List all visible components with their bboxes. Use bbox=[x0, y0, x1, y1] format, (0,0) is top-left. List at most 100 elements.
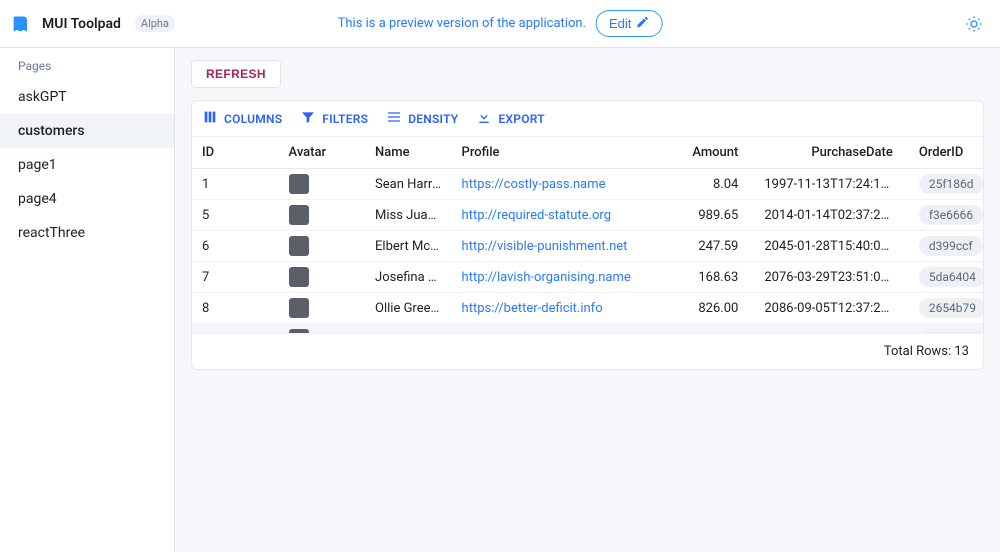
avatar-icon bbox=[289, 267, 309, 287]
col-header-id[interactable]: ID bbox=[192, 137, 279, 169]
topbar-center: This is a preview version of the applica… bbox=[338, 10, 663, 37]
cell-profile: https://costly-pass.name bbox=[452, 169, 644, 200]
cell-orderid: 5da6404 bbox=[909, 262, 983, 293]
col-header-profile[interactable]: Profile bbox=[452, 137, 644, 169]
app-title: MUI Toolpad bbox=[42, 16, 121, 32]
sidebar-item-askgpt[interactable]: askGPT bbox=[0, 80, 174, 114]
cell-profile: http://athletic-zucchini.org bbox=[452, 324, 644, 334]
density-label: DENSITY bbox=[408, 112, 458, 126]
cell-purchasedate: 1997-11-13T17:24:11.769Z bbox=[754, 169, 908, 200]
table-row[interactable]: 7 Josefina P… http://lavish-organising.n… bbox=[192, 262, 983, 293]
cell-name: Josefina P… bbox=[365, 262, 452, 293]
theme-toggle-button[interactable] bbox=[960, 10, 988, 38]
filters-label: FILTERS bbox=[322, 112, 368, 126]
orderid-chip[interactable]: 9dc5ebd bbox=[919, 329, 983, 333]
cell-avatar bbox=[279, 231, 366, 262]
cell-id: 1 bbox=[192, 169, 279, 200]
refresh-button-label: REFRESH bbox=[206, 67, 266, 81]
grid-toolbar: COLUMNS FILTERS DENSITY EXPORT bbox=[192, 101, 983, 137]
profile-link[interactable]: http://required-statute.org bbox=[462, 208, 611, 223]
cell-id: 9 bbox=[192, 324, 279, 334]
cell-profile: http://lavish-organising.name bbox=[452, 262, 644, 293]
sidebar-item-label: reactThree bbox=[18, 225, 85, 241]
cell-id: 7 bbox=[192, 262, 279, 293]
col-header-avatar[interactable]: Avatar bbox=[279, 137, 366, 169]
orderid-chip[interactable]: 2654b79 bbox=[919, 298, 983, 318]
edit-button-label: Edit bbox=[609, 16, 631, 31]
orderid-chip[interactable]: f3e6666 bbox=[919, 205, 983, 225]
columns-button[interactable]: COLUMNS bbox=[202, 109, 282, 128]
sidebar-item-label: page4 bbox=[18, 191, 57, 207]
orderid-chip[interactable]: 5da6404 bbox=[919, 267, 983, 287]
col-header-name[interactable]: Name bbox=[365, 137, 452, 169]
density-button[interactable]: DENSITY bbox=[386, 109, 458, 128]
cell-avatar bbox=[279, 200, 366, 231]
cell-amount: 247.59 bbox=[643, 231, 754, 262]
columns-label: COLUMNS bbox=[224, 112, 282, 126]
grid-scroll-area[interactable]: ID Avatar Name Profile Amount PurchaseDa… bbox=[192, 137, 983, 333]
table-row[interactable]: 6 Elbert McL… http://visible-punishment.… bbox=[192, 231, 983, 262]
total-rows-value: 13 bbox=[954, 344, 969, 359]
cell-name: Elbert McL… bbox=[365, 231, 452, 262]
book-icon bbox=[12, 14, 32, 34]
edit-button[interactable]: Edit bbox=[596, 10, 662, 37]
sidebar-item-page1[interactable]: page1 bbox=[0, 148, 174, 182]
table-row[interactable]: 1 Sean Harris https://costly-pass.name 8… bbox=[192, 169, 983, 200]
cell-profile: https://better-deficit.info bbox=[452, 293, 644, 324]
cell-id: 6 bbox=[192, 231, 279, 262]
refresh-button[interactable]: REFRESH bbox=[191, 60, 281, 88]
col-header-orderid[interactable]: OrderID bbox=[909, 137, 983, 169]
col-header-amount[interactable]: Amount bbox=[643, 137, 754, 169]
avatar-icon bbox=[289, 174, 309, 194]
table-row[interactable]: 5 Miss Juan … http://required-statute.or… bbox=[192, 200, 983, 231]
cell-purchasedate: 2088-05-04T02:31:03.294Z bbox=[754, 324, 908, 334]
sidebar-item-label: askGPT bbox=[18, 89, 67, 105]
table-row[interactable]: 8 Ollie Green… https://better-deficit.in… bbox=[192, 293, 983, 324]
profile-link[interactable]: https://costly-pass.name bbox=[462, 177, 606, 192]
data-grid: COLUMNS FILTERS DENSITY EXPORT bbox=[191, 100, 984, 370]
cell-amount: 168.63 bbox=[643, 262, 754, 293]
cell-id: 5 bbox=[192, 200, 279, 231]
profile-link[interactable]: http://lavish-organising.name bbox=[462, 270, 631, 285]
avatar-icon bbox=[289, 298, 309, 318]
sidebar-item-page4[interactable]: page4 bbox=[0, 182, 174, 216]
cell-avatar bbox=[279, 169, 366, 200]
profile-link[interactable]: http://visible-punishment.net bbox=[462, 239, 628, 254]
profile-link[interactable]: https://better-deficit.info bbox=[462, 301, 603, 316]
sidebar: Pages askGPT customers page1 page4 react… bbox=[0, 48, 175, 552]
main-content: REFRESH COLUMNS FILTERS DENSITY EX bbox=[175, 48, 1000, 552]
cell-avatar bbox=[279, 324, 366, 334]
cell-amount: 826.00 bbox=[643, 293, 754, 324]
export-button[interactable]: EXPORT bbox=[476, 109, 544, 128]
cell-name: Sean Harris bbox=[365, 169, 452, 200]
preview-banner-text: This is a preview version of the applica… bbox=[338, 16, 586, 31]
cell-purchasedate: 2076-03-29T23:51:07.968Z bbox=[754, 262, 908, 293]
col-header-purchasedate[interactable]: PurchaseDate bbox=[754, 137, 908, 169]
cell-name: Miss Juan … bbox=[365, 200, 452, 231]
cell-id: 8 bbox=[192, 293, 279, 324]
profile-link[interactable]: http://athletic-zucchini.org bbox=[462, 332, 614, 334]
orderid-chip[interactable]: 25f186d bbox=[919, 174, 983, 194]
cell-orderid: d399ccf bbox=[909, 231, 983, 262]
top-bar: MUI Toolpad Alpha This is a preview vers… bbox=[0, 0, 1000, 48]
cell-orderid: 2654b79 bbox=[909, 293, 983, 324]
cell-purchasedate: 2014-01-14T02:37:28.536Z bbox=[754, 200, 908, 231]
sidebar-item-customers[interactable]: customers bbox=[0, 114, 174, 148]
pencil-icon bbox=[635, 15, 649, 32]
filters-button[interactable]: FILTERS bbox=[300, 109, 368, 128]
orderid-chip[interactable]: d399ccf bbox=[919, 236, 983, 256]
grid-footer: Total Rows: 13 bbox=[192, 333, 983, 369]
cell-name: Ollie Green… bbox=[365, 293, 452, 324]
cell-amount: 684.70 bbox=[643, 324, 754, 334]
cell-orderid: 25f186d bbox=[909, 169, 983, 200]
total-rows-label: Total Rows: bbox=[884, 344, 951, 359]
cell-profile: http://visible-punishment.net bbox=[452, 231, 644, 262]
sidebar-item-reactthree[interactable]: reactThree bbox=[0, 216, 174, 250]
cell-avatar bbox=[279, 262, 366, 293]
table-row[interactable]: 9 Gayle Den… http://athletic-zucchini.or… bbox=[192, 324, 983, 334]
cell-purchasedate: 2045-01-28T15:40:06.325Z bbox=[754, 231, 908, 262]
alpha-badge: Alpha bbox=[135, 15, 175, 32]
cell-orderid: f3e6666 bbox=[909, 200, 983, 231]
cell-profile: http://required-statute.org bbox=[452, 200, 644, 231]
sidebar-section-label: Pages bbox=[0, 52, 174, 80]
